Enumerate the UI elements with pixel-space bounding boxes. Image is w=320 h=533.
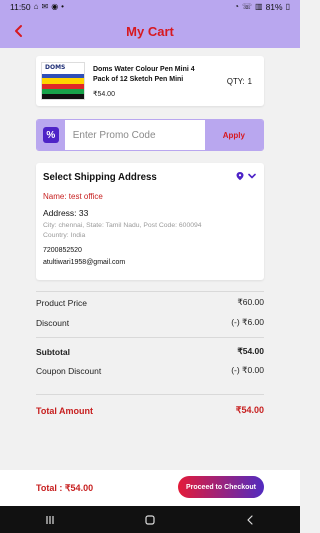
signal-icon: ▥ bbox=[255, 2, 263, 11]
divider bbox=[36, 291, 264, 292]
location-icon bbox=[236, 172, 244, 181]
product-image bbox=[41, 62, 85, 100]
chevron-down-icon bbox=[248, 173, 256, 179]
status-time: 11:50 bbox=[10, 2, 31, 12]
checkout-bar: Total : ₹54.00 Proceed to Checkout bbox=[0, 470, 300, 506]
dot-icon: • bbox=[61, 2, 64, 11]
address-email: atultiwari1958@gmail.com bbox=[43, 259, 126, 266]
home-icon bbox=[145, 514, 155, 525]
page-title: My Cart bbox=[126, 23, 174, 39]
app-icon: ◉ bbox=[51, 2, 59, 11]
shipping-address-title: Select Shipping Address bbox=[43, 172, 157, 183]
status-right: ◔ ☏ ▥ 81% ▯ bbox=[234, 2, 290, 12]
promo-code-box: % Apply bbox=[36, 119, 264, 151]
notification-icon: ⌂ bbox=[33, 2, 39, 11]
quantity: QTY: 1 bbox=[227, 77, 252, 86]
discount-value: (-) ₹6.00 bbox=[231, 317, 264, 327]
home-button[interactable] bbox=[138, 511, 162, 529]
cart-item-card[interactable]: Doms Water Colour Pen Mini 4 Pack of 12 … bbox=[36, 56, 264, 106]
status-left: 11:50 ⌂ ✉ ◉ • bbox=[10, 2, 64, 12]
quantity-value: 1 bbox=[247, 77, 252, 86]
product-price-value: ₹60.00 bbox=[237, 297, 264, 307]
promo-icon-wrap: % bbox=[37, 120, 65, 150]
status-bar: 11:50 ⌂ ✉ ◉ • ◔ ☏ ▥ 81% ▯ bbox=[0, 0, 300, 14]
discount-label: Discount bbox=[36, 317, 70, 328]
address-country: Country: India bbox=[43, 232, 86, 239]
back-nav-icon bbox=[247, 514, 253, 525]
apply-promo-button[interactable]: Apply bbox=[204, 120, 263, 150]
subtotal-value: ₹54.00 bbox=[237, 346, 264, 356]
wifi-icon: ◔ bbox=[234, 2, 239, 11]
address-phone: 7200852520 bbox=[43, 247, 82, 254]
shipping-address-card[interactable]: Select Shipping Address Name: test offic… bbox=[36, 163, 264, 280]
quantity-label: QTY: bbox=[226, 77, 245, 86]
call-icon: ☏ bbox=[242, 2, 253, 11]
android-nav-bar bbox=[0, 506, 300, 533]
recent-apps-icon bbox=[46, 515, 54, 524]
recent-apps-button[interactable] bbox=[38, 511, 62, 529]
promo-code-input[interactable] bbox=[64, 120, 205, 150]
back-nav-button[interactable] bbox=[238, 511, 262, 529]
divider bbox=[36, 337, 264, 338]
battery-icon: ▯ bbox=[285, 2, 290, 11]
coupon-discount-value: (-) ₹0.00 bbox=[231, 365, 264, 375]
product-price-label: Product Price bbox=[36, 297, 88, 308]
coupon-discount-label: Coupon Discount bbox=[36, 365, 102, 376]
product-price-row: Product Price ₹60.00 bbox=[36, 297, 264, 308]
address-name: Name: test office bbox=[43, 192, 103, 201]
subtotal-label: Subtotal bbox=[36, 346, 70, 357]
total-amount-label: Total Amount bbox=[36, 405, 93, 416]
total-amount-row: Total Amount ₹54.00 bbox=[36, 405, 264, 416]
product-price: ₹54.00 bbox=[93, 91, 115, 98]
app-header: My Cart bbox=[0, 14, 300, 48]
message-icon: ✉ bbox=[41, 2, 49, 11]
battery-percent: 81% bbox=[265, 2, 283, 12]
address-line: Address: 33 bbox=[43, 208, 89, 218]
back-button[interactable] bbox=[8, 20, 30, 42]
back-icon bbox=[15, 25, 22, 37]
address-selector[interactable] bbox=[235, 171, 257, 181]
total-amount-value: ₹54.00 bbox=[235, 405, 264, 415]
proceed-to-checkout-button[interactable]: Proceed to Checkout bbox=[178, 476, 264, 498]
address-city-country: City: chennai, State: Tamil Nadu, Post C… bbox=[43, 221, 253, 241]
divider bbox=[36, 394, 264, 395]
subtotal-row: Subtotal ₹54.00 bbox=[36, 346, 264, 357]
discount-row: Discount (-) ₹6.00 bbox=[36, 317, 264, 328]
discount-icon: % bbox=[42, 127, 59, 143]
coupon-discount-row: Coupon Discount (-) ₹0.00 bbox=[36, 365, 264, 376]
address-city: City: chennai, State: Tamil Nadu, Post C… bbox=[43, 222, 202, 229]
product-name: Doms Water Colour Pen Mini 4 Pack of 12 … bbox=[93, 66, 195, 83]
bottom-total: Total : ₹54.00 bbox=[36, 482, 94, 493]
